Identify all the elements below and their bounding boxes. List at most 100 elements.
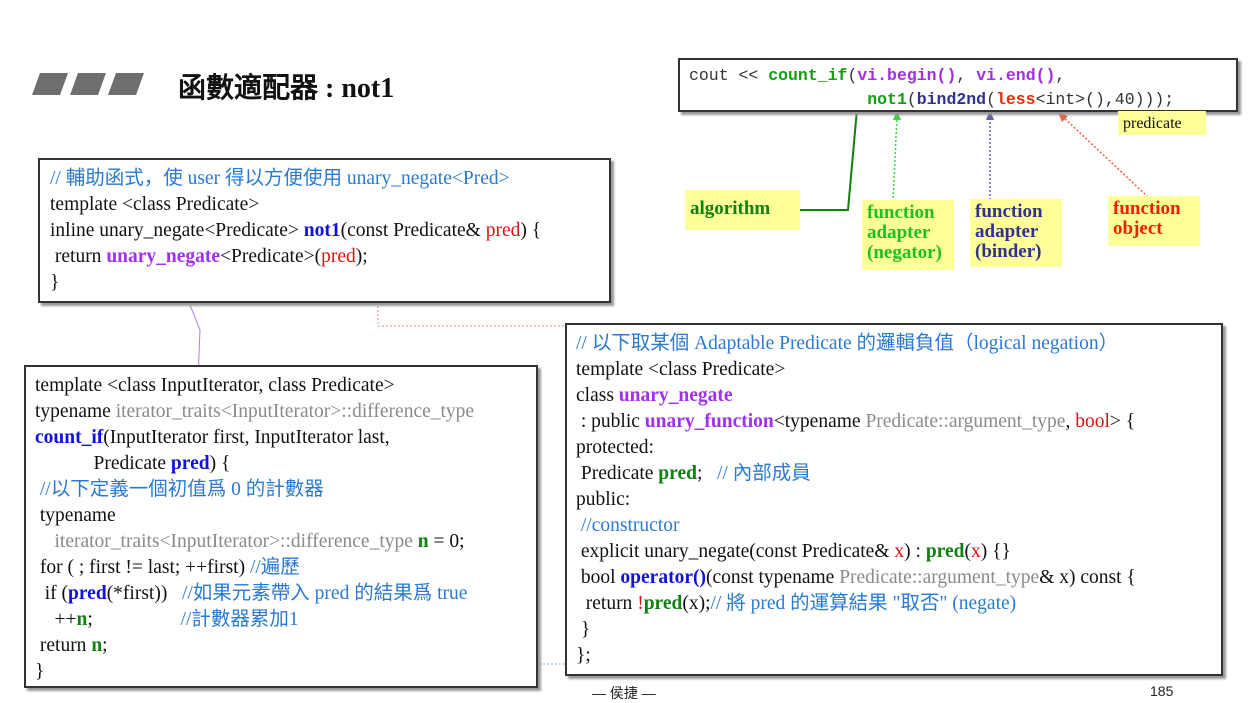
code-token: = 0; [428,531,465,552]
code-token: ) { [209,453,231,474]
code-token: unary_negate [106,246,221,267]
code-token: bind2nd [916,90,987,109]
code-token: ) { [520,220,542,241]
code-token: not1 [867,90,907,109]
code-token: Predicate [576,463,659,484]
code-token: ( [986,90,996,109]
code-line: } [576,617,1212,643]
code-line: // 以下取某個 Adaptable Predicate 的邏輯負值（logic… [576,331,1212,357]
code-token: class [576,385,619,406]
code-token: ++ [35,609,77,630]
code-token: return [576,593,638,614]
code-token: n [417,531,429,552]
code-token: ; [696,463,717,484]
code-token: (const Predicate& [340,220,486,241]
code-token: //計數器累加1 [180,609,299,630]
code-token: , [956,66,977,85]
code-token: //遍歷 [249,557,300,578]
code-token: bool [576,567,621,588]
usage-code-box: cout << count_if(vi.begin(), vi.end(), n… [678,58,1238,112]
count-if-code-box: template <class InputIterator, class Pre… [24,365,538,688]
code-token: n [76,609,88,630]
code-token: not1 [303,220,341,241]
binder-label: function adapter (binder) [970,199,1062,267]
code-token: //constructor [576,515,680,536]
code-line: } [50,270,599,296]
code-token: for ( ; first != last; ++first) [35,557,250,578]
code-token: , [1065,411,1076,432]
code-token: template <class Predicate> [576,359,786,380]
code-line: } [35,659,527,685]
code-token: return [35,635,92,656]
code-line: Predicate pred; // 內部成員 [576,461,1212,487]
unary-negate-code-box: // 以下取某個 Adaptable Predicate 的邏輯負值（logic… [565,323,1223,676]
code-token: iterator_traits<InputIterator>::differen… [35,531,418,552]
code-token: unary_function [644,411,774,432]
code-token: template <class InputIterator, class Pre… [35,375,395,396]
code-token: ; [102,635,108,656]
code-line: //constructor [576,513,1212,539]
code-line: for ( ; first != last; ++first) //遍歷 [35,555,527,581]
code-token: // 以下取某個 Adaptable Predicate 的邏輯負值（logic… [576,333,1119,354]
predicate-label: predicate [1118,111,1206,135]
code-token: pred [925,541,965,562]
code-token: count_if [768,66,848,85]
code-line: iterator_traits<InputIterator>::differen… [35,529,527,555]
code-token: (InputIterator first, InputIterator last… [103,427,390,448]
code-token: (*first)) [106,583,182,604]
code-line: typename iterator_traits<InputIterator>:… [35,399,527,425]
code-token: > { [1109,411,1136,432]
code-token: iterator_traits<InputIterator>::differen… [115,401,475,422]
code-token: pred [321,246,356,267]
code-token: <int>(),40))); [1035,90,1175,109]
code-token: x [970,541,981,562]
code-line: count_if(InputIterator first, InputItera… [35,425,527,451]
not1-code-box: // 輔助函式，使 user 得以方便使用 unary_negate<Pred>… [38,158,611,303]
code-token: n [91,635,103,656]
code-token: pred [658,463,697,484]
code-token: Predicate [35,453,171,474]
code-token: , [1055,66,1066,85]
code-line: template <class Predicate> [576,357,1212,383]
code-token: ); [355,246,368,267]
algorithm-label: algorithm [685,190,800,230]
code-token: template <class Predicate> [50,194,260,215]
code-token: vi.end() [976,66,1056,85]
code-token: ( [847,66,858,85]
code-token: ; [87,609,181,630]
code-token: }; [576,645,591,666]
code-token: if ( [35,583,69,604]
code-token: cout << [689,66,769,85]
code-token: // 將 pred 的運算結果 "取否" (negate) [710,593,1017,614]
code-token: typename [35,401,116,422]
code-line: return !pred(x);// 將 pred 的運算結果 "取否" (ne… [576,591,1212,617]
code-token: //如果元素帶入 pred 的結果爲 true [181,583,468,604]
code-token: unary_negate [618,385,733,406]
function-object-label: function object [1108,196,1200,246]
code-token: : public [576,411,645,432]
code-token: operator() [620,567,706,588]
code-token: ( [906,90,917,109]
code-token: explicit unary_negate(const Predicate& [576,541,895,562]
code-token: <Predicate>( [220,246,322,267]
code-line: template <class Predicate> [50,192,599,218]
code-line: protected: [576,435,1212,461]
code-line: ++n; //計數器累加1 [35,607,527,633]
code-token: } [576,619,591,640]
footer-author: — 侯捷 — [592,685,656,701]
code-line: cout << count_if(vi.begin(), vi.end(), [689,64,1227,88]
code-token: public: [576,489,631,510]
code-token: Predicate::argument_type [839,567,1040,588]
code-line: }; [576,643,1212,669]
code-line: class unary_negate [576,383,1212,409]
code-token: less [995,90,1036,109]
code-token: bool [1075,411,1110,432]
code-token: pred [485,220,521,241]
code-token: //以下定義一個初值爲 0 的計數器 [35,479,324,500]
code-token: pred [170,453,210,474]
code-line: inline unary_negate<Predicate> not1(cons… [50,218,599,244]
code-token: ) : [904,541,926,562]
code-line: : public unary_function<typename Predica… [576,409,1212,435]
code-token: (const typename [705,567,840,588]
